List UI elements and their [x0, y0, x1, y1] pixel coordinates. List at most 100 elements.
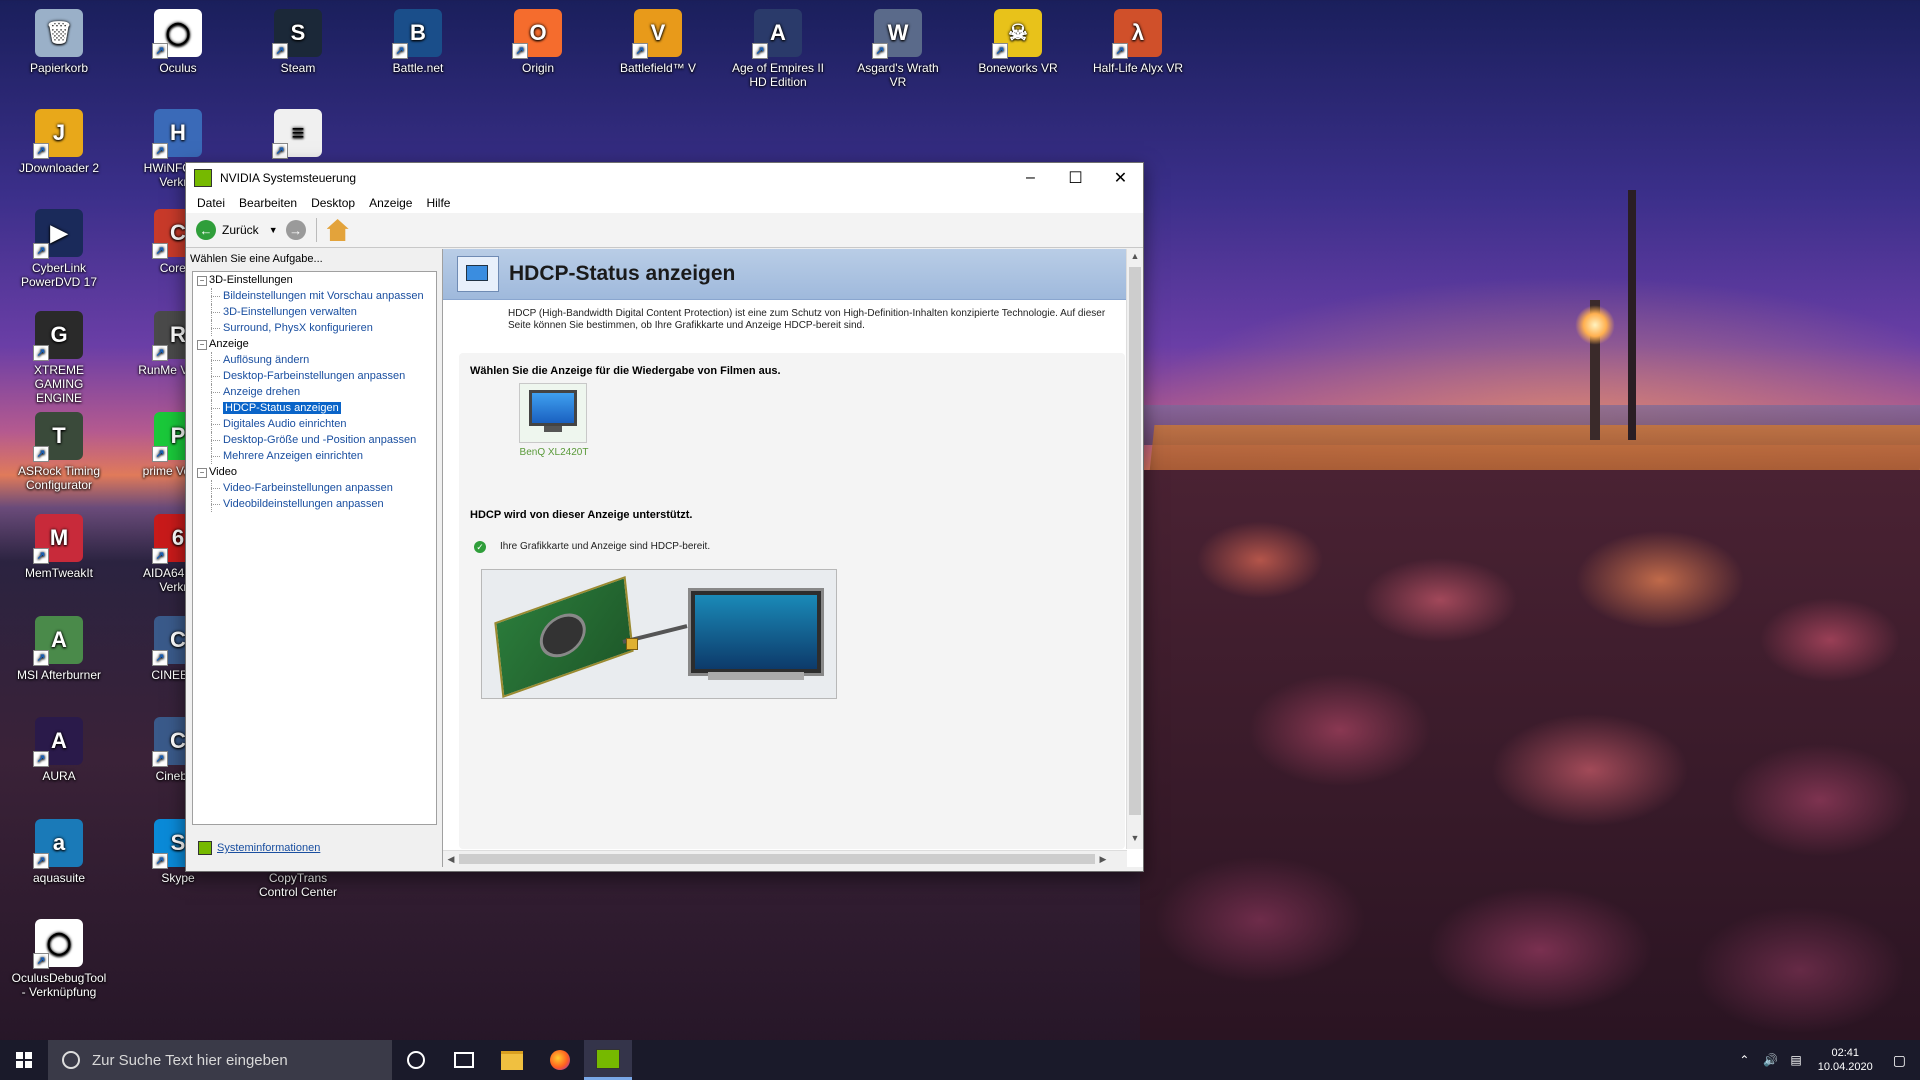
- wallpaper-pole: [1628, 190, 1636, 440]
- nvidia-taskbar-button[interactable]: [584, 1040, 632, 1080]
- tree-item-label[interactable]: Videobildeinstellungen anpassen: [223, 498, 384, 510]
- tree-group-label[interactable]: 3D-Einstellungen: [209, 274, 293, 286]
- desktop-icon[interactable]: GXTREME GAMING ENGINE: [11, 307, 107, 405]
- tree-item-label[interactable]: 3D-Einstellungen verwalten: [223, 306, 357, 318]
- notifications-icon[interactable]: ▢: [1893, 1052, 1906, 1069]
- clock[interactable]: 02:41 10.04.2020: [1818, 1046, 1873, 1074]
- network-icon[interactable]: ▤: [1790, 1053, 1801, 1067]
- menu-desktop[interactable]: Desktop: [304, 196, 362, 210]
- start-button[interactable]: [0, 1040, 48, 1080]
- file-explorer-button[interactable]: [488, 1040, 536, 1080]
- tree-item[interactable]: Bildeinstellungen mit Vorschau anpassen: [193, 288, 436, 304]
- tree-item-label[interactable]: Surround, PhysX konfigurieren: [223, 322, 373, 334]
- task-label: Wählen Sie eine Aufgabe...: [190, 253, 323, 265]
- tree-group-label[interactable]: Video: [209, 466, 237, 478]
- system-info-link[interactable]: Systeminformationen: [198, 841, 320, 855]
- monitor-name[interactable]: BenQ XL2420T: [499, 447, 609, 458]
- desktop-icon[interactable]: O Origin: [490, 5, 586, 75]
- tree-item[interactable]: 3D-Einstellungen verwalten: [193, 304, 436, 320]
- desktop-icon[interactable]: ▶CyberLink PowerDVD 17: [11, 205, 107, 289]
- task-tree: −3D-Einstellungen Bildeinstellungen mit V…: [192, 271, 437, 825]
- horizontal-scroll-thumb[interactable]: [459, 854, 1095, 864]
- desktop-icon[interactable]: V Battlefield™ V: [610, 5, 706, 75]
- tree-item-label[interactable]: Desktop-Größe und -Position anpassen: [223, 434, 416, 446]
- desktop-icon[interactable]: ☠ Boneworks VR: [970, 5, 1066, 75]
- cortana-icon: [407, 1051, 425, 1069]
- system-info-label[interactable]: Systeminformationen: [217, 842, 320, 854]
- desktop-icon[interactable]: S Steam: [250, 5, 346, 75]
- desktop-icon[interactable]: J JDownloader 2: [11, 105, 107, 175]
- desktop-icon[interactable]: WAsgard's Wrath VR: [850, 5, 946, 89]
- tree-item[interactable]: HDCP-Status anzeigen: [193, 400, 436, 416]
- menu-hilfe[interactable]: Hilfe: [419, 196, 457, 210]
- tree-item-label[interactable]: Auflösung ändern: [223, 354, 309, 366]
- tree-group[interactable]: −3D-Einstellungen: [193, 272, 436, 288]
- vertical-scroll-thumb[interactable]: [1129, 267, 1141, 815]
- desktop-icon[interactable]: ≡: [250, 105, 346, 161]
- desktop-icon[interactable]: ◯OculusDebugTool - Verknüpfung: [11, 915, 107, 999]
- desktop-icon[interactable]: a aquasuite: [11, 815, 107, 885]
- tree-group-label[interactable]: Anzeige: [209, 338, 249, 350]
- scroll-down-icon[interactable]: ▼: [1127, 833, 1143, 843]
- menu-bearbeiten[interactable]: Bearbeiten: [232, 196, 304, 210]
- scroll-up-icon[interactable]: ▲: [1127, 251, 1143, 261]
- horizontal-scrollbar[interactable]: ◀ ▶: [443, 850, 1127, 867]
- tree-item-label[interactable]: Anzeige drehen: [223, 386, 300, 398]
- tree-item[interactable]: Videobildeinstellungen anpassen: [193, 496, 436, 512]
- display-selector-benq[interactable]: [519, 383, 587, 443]
- forward-arrow-icon[interactable]: →: [285, 220, 306, 240]
- tree-item[interactable]: Digitales Audio einrichten: [193, 416, 436, 432]
- tree-item-label[interactable]: HDCP-Status anzeigen: [223, 402, 341, 414]
- tree-item[interactable]: Auflösung ändern: [193, 352, 436, 368]
- tree-item[interactable]: Desktop-Farbeinstellungen anpassen: [193, 368, 436, 384]
- menu-datei[interactable]: Datei: [190, 196, 232, 210]
- scroll-left-icon[interactable]: ◀: [443, 851, 459, 867]
- taskbar-search[interactable]: Zur Suche Text hier eingeben: [48, 1040, 392, 1080]
- tree-item-label[interactable]: Digitales Audio einrichten: [223, 418, 347, 430]
- tray-chevron-up-icon[interactable]: ⌃: [1739, 1053, 1749, 1067]
- task-view-button[interactable]: [440, 1040, 488, 1080]
- back-button-label[interactable]: Zurück: [222, 223, 259, 237]
- maximize-button[interactable]: ☐: [1053, 163, 1098, 193]
- tree-item-label[interactable]: Mehrere Anzeigen einrichten: [223, 450, 363, 462]
- tree-item[interactable]: Mehrere Anzeigen einrichten: [193, 448, 436, 464]
- collapse-icon[interactable]: −: [197, 340, 207, 350]
- title-bar[interactable]: NVIDIA Systemsteuerung – ☐ ✕: [186, 163, 1143, 193]
- desktop-icon[interactable]: A AURA: [11, 713, 107, 783]
- firefox-button[interactable]: [536, 1040, 584, 1080]
- tree-item[interactable]: Surround, PhysX konfigurieren: [193, 320, 436, 336]
- desktop-icon[interactable]: ◯ Oculus: [130, 5, 226, 75]
- desktop-icon[interactable]: TASRock Timing Configurator: [11, 408, 107, 492]
- volume-icon[interactable]: 🔊: [1763, 1053, 1778, 1067]
- desktop-icon[interactable]: 🗑 Papierkorb: [11, 5, 107, 75]
- tree-group[interactable]: − Video: [193, 464, 436, 480]
- tree-group[interactable]: − Anzeige: [193, 336, 436, 352]
- app-icon: O: [512, 9, 562, 59]
- tree-item[interactable]: Anzeige drehen: [193, 384, 436, 400]
- tree-item[interactable]: Video-Farbeinstellungen anpassen: [193, 480, 436, 496]
- desktop-icon[interactable]: λ Half-Life Alyx VR: [1090, 5, 1186, 75]
- search-placeholder[interactable]: Zur Suche Text hier eingeben: [92, 1052, 288, 1069]
- vertical-scrollbar[interactable]: ▲ ▼: [1126, 249, 1143, 849]
- home-icon[interactable]: [326, 219, 349, 241]
- tree-item-label[interactable]: Desktop-Farbeinstellungen anpassen: [223, 370, 405, 382]
- close-button[interactable]: ✕: [1098, 163, 1143, 193]
- back-dropdown-icon[interactable]: ▼: [269, 225, 278, 235]
- desktop-icon[interactable]: AAge of Empires II HD Edition: [730, 5, 826, 89]
- menu-anzeige[interactable]: Anzeige: [362, 196, 419, 210]
- tree-item[interactable]: Desktop-Größe und -Position anpassen: [193, 432, 436, 448]
- desktop-icon-label: MemTweakIt: [24, 566, 93, 580]
- minimize-button[interactable]: –: [1008, 163, 1053, 193]
- tree-item-label[interactable]: Bildeinstellungen mit Vorschau anpassen: [223, 290, 424, 302]
- desktop-icon[interactable]: A MSI Afterburner: [11, 612, 107, 682]
- cortana-button[interactable]: [392, 1040, 440, 1080]
- tree-item-label[interactable]: Video-Farbeinstellungen anpassen: [223, 482, 393, 494]
- desktop-icon-label: Asgard's Wrath VR: [857, 61, 939, 89]
- collapse-icon[interactable]: −: [197, 468, 207, 478]
- desktop-icon[interactable]: M MemTweakIt: [11, 510, 107, 580]
- scroll-right-icon[interactable]: ▶: [1095, 851, 1111, 867]
- desktop-icon[interactable]: B Battle.net: [370, 5, 466, 75]
- back-arrow-icon[interactable]: ←: [196, 220, 216, 240]
- desktop-icon-label: Origin: [521, 61, 554, 75]
- collapse-icon[interactable]: −: [197, 276, 207, 286]
